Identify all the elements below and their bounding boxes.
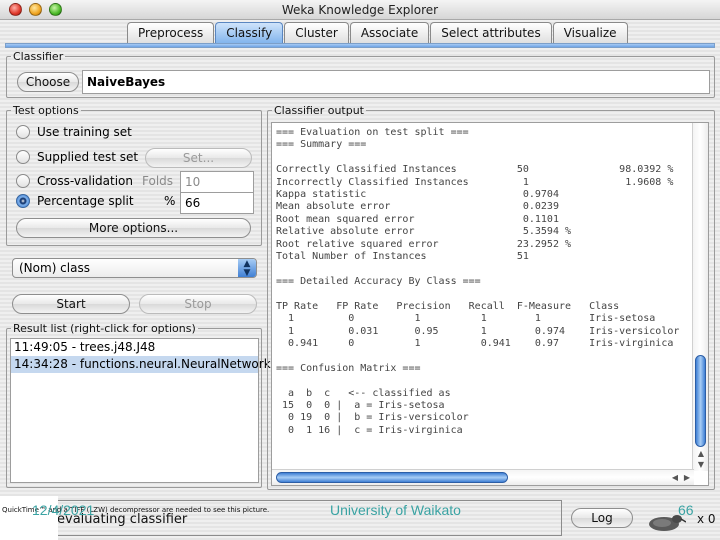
folds-input[interactable]: 10 [180, 171, 254, 193]
title-bar: Weka Knowledge Explorer [0, 0, 720, 20]
result-list-item-selected[interactable]: 14:34:28 - functions.neural.NeuralNetwor… [11, 356, 271, 373]
option-supplied-test-set[interactable]: Supplied test set [16, 148, 138, 166]
stop-button[interactable]: Stop [139, 294, 257, 314]
option-percentage-split[interactable]: Percentage split [16, 192, 134, 210]
percent-label: % [164, 194, 176, 208]
radio-use-training-set[interactable] [16, 125, 30, 139]
radio-supplied-test-set[interactable] [16, 150, 30, 164]
tab-bar: Preprocess Classify Cluster Associate Se… [127, 22, 629, 44]
percentage-split-label: Percentage split [37, 194, 134, 208]
zoom-window-button[interactable] [49, 3, 62, 16]
up-down-arrows-icon: ▲ ▼ [238, 259, 256, 278]
class-select-value: (Nom) class [19, 261, 90, 275]
horizontal-scrollbar[interactable]: ◀ ▶ [272, 469, 694, 485]
percent-input[interactable]: 66 [180, 192, 254, 214]
supplied-test-set-label: Supplied test set [37, 150, 139, 164]
slide-date: 12/4/2021 [32, 502, 95, 518]
more-options-button[interactable]: More options... [16, 218, 251, 238]
window-title: Weka Knowledge Explorer [281, 3, 439, 17]
log-button[interactable]: Log [571, 508, 633, 528]
minimize-window-button[interactable] [29, 3, 42, 16]
tab-classify[interactable]: Classify [215, 22, 284, 44]
option-use-training-set[interactable]: Use training set [16, 123, 132, 141]
horizontal-scroll-thumb[interactable] [276, 472, 508, 483]
tab-cluster[interactable]: Cluster [284, 22, 349, 44]
class-attribute-select[interactable]: (Nom) class ▲ ▼ [12, 258, 257, 278]
result-list[interactable]: 11:49:05 - trees.j48.J48 14:34:28 - func… [10, 338, 271, 483]
scroll-right-arrow-icon[interactable]: ▶ [682, 472, 692, 483]
scroll-left-arrow-icon[interactable]: ◀ [670, 472, 680, 483]
close-window-button[interactable] [9, 3, 22, 16]
test-options-legend: Test options [13, 104, 79, 117]
classifier-output-text: === Evaluation on test split === === Sum… [276, 127, 680, 436]
tab-underline [5, 43, 715, 48]
vertical-scrollbar[interactable]: ▲ ▼ [692, 123, 708, 471]
scroll-up-arrow-icon[interactable]: ▲ [695, 449, 707, 459]
tab-select-attributes[interactable]: Select attributes [430, 22, 552, 44]
tab-associate[interactable]: Associate [349, 22, 430, 44]
slide-page-number: 66 [678, 502, 694, 518]
use-training-set-label: Use training set [37, 125, 132, 139]
classifier-output-panel[interactable]: === Evaluation on test split === === Sum… [271, 122, 709, 486]
classifier-legend: Classifier [13, 50, 64, 63]
result-list-legend: Result list (right-click for options) [13, 322, 196, 335]
set-button[interactable]: Set... [145, 148, 252, 168]
cross-validation-label: Cross-validation [37, 174, 133, 188]
radio-cross-validation[interactable] [16, 174, 30, 188]
folds-label: Folds [142, 174, 174, 188]
log-count: x 0 [697, 512, 716, 526]
start-button[interactable]: Start [12, 294, 130, 314]
radio-percentage-split[interactable] [16, 194, 30, 208]
choose-button[interactable]: Choose [17, 72, 79, 92]
scroll-down-arrow-icon[interactable]: ▼ [695, 460, 707, 470]
tab-visualize[interactable]: Visualize [552, 22, 628, 44]
classifier-name-field[interactable]: NaiveBayes [82, 70, 710, 94]
result-list-item[interactable]: 11:49:05 - trees.j48.J48 [11, 339, 258, 356]
option-cross-validation[interactable]: Cross-validation [16, 172, 133, 190]
classifier-output-legend: Classifier output [274, 104, 364, 117]
vertical-scroll-thumb[interactable] [695, 355, 706, 447]
tab-preprocess[interactable]: Preprocess [127, 22, 215, 44]
slide-footer-university: University of Waikato [330, 502, 461, 518]
